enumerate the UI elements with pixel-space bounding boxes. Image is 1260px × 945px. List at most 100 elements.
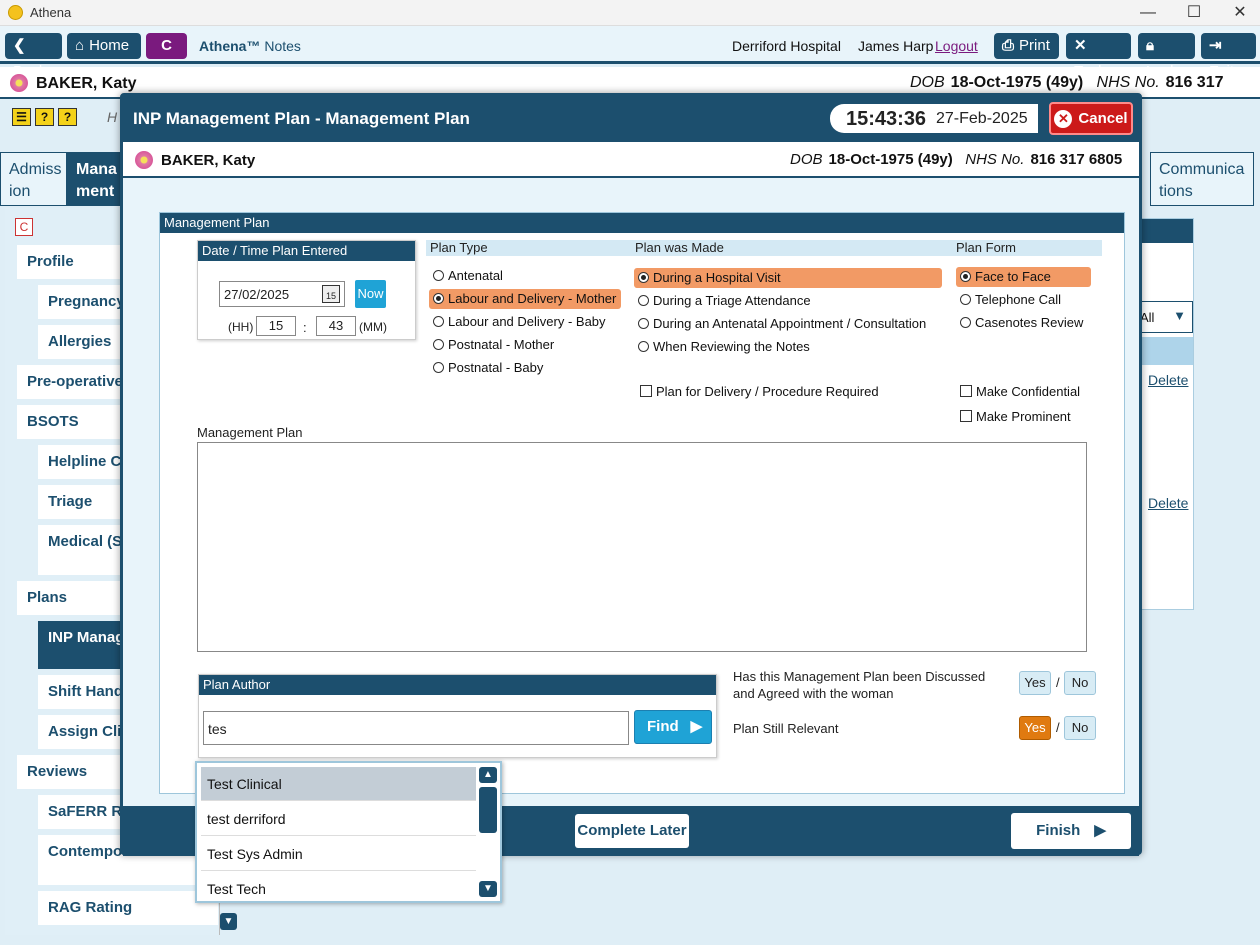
- discussed-yes-button[interactable]: Yes: [1019, 671, 1051, 695]
- help-icon[interactable]: ?: [35, 108, 54, 126]
- home-button[interactable]: ⌂ Home: [67, 33, 141, 59]
- dropdown-option[interactable]: Test Sys Admin: [201, 837, 476, 871]
- plan-made-reviewing-notes[interactable]: When Reviewing the Notes: [634, 337, 814, 357]
- plan-type-labour-baby[interactable]: Labour and Delivery - Baby: [429, 312, 610, 332]
- maximize-button[interactable]: ☐: [1179, 3, 1209, 23]
- mm-label: (MM): [359, 320, 387, 334]
- close-window-button[interactable]: ✕: [1225, 3, 1255, 23]
- user-name: James Harp: [858, 38, 934, 54]
- patient-flower-icon: [10, 74, 28, 95]
- datetime-box-title: Date / Time Plan Entered: [198, 241, 415, 261]
- filter-value: All: [1140, 310, 1155, 325]
- hh-label: (HH): [228, 320, 254, 334]
- modal-patient-banner: BAKER, Katy DOB 18-Oct-1975 (49y) NHS No.…: [123, 142, 1139, 178]
- play-arrow-icon: ▶: [1094, 822, 1106, 839]
- plan-form-header: Plan Form: [952, 240, 1102, 256]
- scroll-down-icon[interactable]: ▼: [479, 881, 497, 897]
- plan-type-antenatal[interactable]: Antenatal: [429, 266, 507, 286]
- plan-form-casenotes[interactable]: Casenotes Review: [956, 313, 1087, 333]
- c-logo-icon: C: [15, 218, 33, 236]
- tools-button[interactable]: ✕Tools: [1066, 33, 1131, 80]
- dropdown-option[interactable]: test derriford: [201, 802, 476, 836]
- option-label: When Reviewing the Notes: [653, 339, 810, 354]
- dropdown-option[interactable]: Test Clinical: [201, 767, 476, 801]
- modal-patient-dob-nhs: DOB 18-Oct-1975 (49y) NHS No. 816 317 6805: [790, 151, 1122, 168]
- delivery-procedure-checkbox[interactable]: Plan for Delivery / Procedure Required: [640, 384, 879, 399]
- now-button[interactable]: Now: [355, 280, 386, 308]
- sidebar-item-rag-rating[interactable]: RAG Rating: [38, 891, 218, 925]
- lock-button[interactable]: 🔒︎Lock: [1138, 33, 1195, 80]
- plan-made-header: Plan was Made: [631, 240, 952, 256]
- nhs-label: NHS No.: [1096, 74, 1160, 91]
- author-autocomplete-dropdown: Test Clinical test derriford Test Sys Ad…: [195, 761, 502, 903]
- time-separator: :: [303, 320, 307, 335]
- relevant-yes-button[interactable]: Yes: [1019, 716, 1051, 740]
- plan-form-face-to-face[interactable]: Face to Face: [956, 267, 1091, 287]
- prominent-checkbox[interactable]: Make Prominent: [960, 409, 1071, 424]
- scroll-up-icon[interactable]: ▲: [479, 767, 497, 783]
- patient-name: BAKER, Katy: [36, 75, 137, 92]
- cancel-button[interactable]: ✕ Cancel: [1049, 102, 1133, 135]
- c-badge-button[interactable]: C: [146, 33, 187, 59]
- right-panel-subheader: [1141, 337, 1193, 365]
- option-label: Antenatal: [448, 268, 503, 283]
- plan-author-title: Plan Author: [199, 675, 716, 695]
- plan-made-antenatal-appt[interactable]: During an Antenatal Appointment / Consul…: [634, 314, 930, 334]
- finish-label: Finish: [1036, 822, 1081, 839]
- find-button[interactable]: Find ▶: [634, 710, 712, 744]
- dob-label: DOB: [910, 74, 945, 91]
- finish-button[interactable]: Finish ▶: [1011, 813, 1131, 849]
- home-icon: ⌂: [75, 37, 85, 54]
- plan-type-header: Plan Type: [426, 240, 631, 256]
- alert-icons: ☰??: [12, 108, 81, 126]
- author-search-input[interactable]: tes: [203, 711, 629, 745]
- dropdown-scrollbar[interactable]: ▲ ▼: [479, 765, 497, 899]
- plan-type-labour-mother[interactable]: Labour and Delivery - Mother: [429, 289, 621, 309]
- scroll-thumb[interactable]: [479, 787, 497, 833]
- window-title: Athena: [30, 5, 72, 20]
- help-icon-2[interactable]: ?: [58, 108, 77, 126]
- delete-link-2[interactable]: Delete: [1148, 495, 1188, 511]
- option-label: Telephone Call: [975, 292, 1062, 307]
- logout-link[interactable]: Logout: [935, 38, 978, 54]
- close-circle-icon: ✕: [1054, 110, 1073, 128]
- hospital-name: Derriford Hospital: [732, 38, 841, 54]
- hour-input[interactable]: 15: [256, 316, 296, 336]
- cancel-label: Cancel: [1078, 110, 1128, 127]
- filter-select[interactable]: All ▼: [1139, 301, 1193, 333]
- modal-header: INP Management Plan - Management Plan 15…: [123, 96, 1139, 142]
- main-toolbar: ❮Back ⌂Home C ⎙Print ✕Tools 🔒︎Lock ⇥Exit: [0, 26, 1260, 80]
- plan-form-telephone[interactable]: Telephone Call: [956, 290, 1065, 310]
- calendar-icon[interactable]: 15: [322, 285, 340, 303]
- option-label: Face to Face: [975, 269, 1051, 284]
- tab-communications[interactable]: Communica tions: [1150, 152, 1254, 206]
- tab-admission[interactable]: Admiss ion: [0, 152, 67, 206]
- back-button[interactable]: ❮Back: [5, 33, 62, 80]
- chevron-down-icon: ▼: [1173, 308, 1186, 323]
- plan-made-triage[interactable]: During a Triage Attendance: [634, 291, 815, 311]
- plan-type-postnatal-baby[interactable]: Postnatal - Baby: [429, 358, 547, 378]
- complete-later-button[interactable]: Complete Later: [575, 814, 689, 848]
- tab-management[interactable]: Mana ment: [67, 152, 127, 206]
- minute-input[interactable]: 43: [316, 316, 356, 336]
- clock-display: 15:43:36 27-Feb-2025: [830, 104, 1038, 133]
- relevant-no-button[interactable]: No: [1064, 716, 1096, 740]
- delete-link-1[interactable]: Delete: [1148, 372, 1188, 388]
- alert-list-icon[interactable]: ☰: [12, 108, 31, 126]
- plan-type-postnatal-mother[interactable]: Postnatal - Mother: [429, 335, 558, 355]
- date-input[interactable]: 27/02/2025 15: [219, 281, 345, 307]
- print-button[interactable]: ⎙ Print: [994, 33, 1059, 59]
- plan-textarea[interactable]: [197, 442, 1087, 652]
- discussed-no-button[interactable]: No: [1064, 671, 1096, 695]
- plan-made-hospital-visit[interactable]: During a Hospital Visit: [634, 268, 942, 288]
- clock-date: 27-Feb-2025: [936, 110, 1028, 127]
- sidebar-scroll-down-icon[interactable]: ▼: [220, 913, 237, 930]
- modal-patient-flower-icon: [135, 151, 153, 172]
- modal-body: Management Plan Date / Time Plan Entered…: [123, 180, 1139, 806]
- printer-icon: ⎙: [1002, 37, 1015, 54]
- dropdown-option[interactable]: Test Tech: [201, 872, 476, 900]
- exit-button[interactable]: ⇥Exit: [1201, 33, 1256, 80]
- confidential-checkbox[interactable]: Make Confidential: [960, 384, 1080, 399]
- modal-title: INP Management Plan - Management Plan: [133, 109, 470, 128]
- minimize-button[interactable]: —: [1133, 3, 1163, 23]
